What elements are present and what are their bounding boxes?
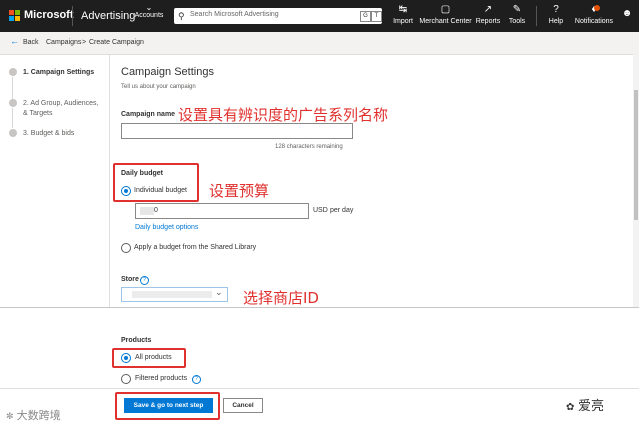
accounts-button[interactable]: ⌄ Accounts xyxy=(133,3,165,20)
step-ad-group[interactable]: 2. Ad Group, Audiences, & Targets xyxy=(23,99,101,119)
chevron-down-icon: ⌄ xyxy=(145,3,153,12)
chevron-down-icon: ⌄ xyxy=(215,287,223,297)
user-icon: ☻ xyxy=(621,8,633,19)
cancel-button[interactable]: Cancel xyxy=(223,398,263,413)
all-products-label: All products xyxy=(135,354,172,361)
search-input[interactable]: ⚲ Search Microsoft Advertising G T xyxy=(174,8,382,24)
tools-button[interactable]: ✎ Tools xyxy=(506,4,528,25)
step-budget-bids[interactable]: 3. Budget & bids xyxy=(23,129,74,139)
topbar-divider xyxy=(72,6,73,26)
top-bar: Microsoft Advertising ⌄ Accounts ⚲ Searc… xyxy=(0,0,639,32)
back-link[interactable]: Back xyxy=(23,39,39,46)
watermark-right-text: 爱亮 xyxy=(578,398,605,413)
wechat-icon: ✿ xyxy=(566,402,575,413)
currency-label: USD xyxy=(313,207,328,214)
all-products-radio[interactable] xyxy=(121,353,131,363)
step-indicator-1 xyxy=(9,68,17,76)
step-indicator-2 xyxy=(9,99,17,107)
shortcut-key-t: T xyxy=(371,11,382,22)
breadcrumb-current: Create Campaign xyxy=(89,39,144,46)
annotation-budget: 设置预算 xyxy=(209,182,270,200)
notification-badge xyxy=(594,5,600,11)
page-subtitle: Tell us about your campaign xyxy=(121,84,196,90)
step-indicator-3 xyxy=(9,129,17,137)
step-connector xyxy=(12,108,13,128)
annotation-name: 设置具有辨识度的广告系列名称 xyxy=(178,106,389,124)
shortcut-key-g: G xyxy=(360,11,371,22)
redacted-currency-symbol xyxy=(140,207,154,215)
microsoft-logo-icon xyxy=(9,10,21,22)
filtered-products-radio[interactable] xyxy=(121,374,131,384)
page-title: Campaign Settings xyxy=(121,66,214,78)
help-label: Help xyxy=(548,18,564,25)
budget-value: 0 xyxy=(154,207,158,214)
tools-icon: ✎ xyxy=(512,4,522,15)
scrollbar-thumb[interactable] xyxy=(634,90,638,220)
watermark-right: ✿ 爱亮 xyxy=(566,395,604,414)
shared-library-label: Apply a budget from the Shared Library xyxy=(134,244,257,251)
screenshot-divider xyxy=(0,307,639,308)
brand-name: Microsoft xyxy=(24,9,74,21)
help-icon: ? xyxy=(553,4,559,15)
chars-remaining: 128 characters remaining xyxy=(275,144,343,150)
product-name[interactable]: Advertising xyxy=(81,10,135,22)
daily-budget-options-link[interactable]: Daily budget options xyxy=(135,224,198,231)
help-button[interactable]: ? Help xyxy=(545,4,567,25)
highlight-daily-budget xyxy=(113,163,199,202)
filtered-products-label: Filtered products xyxy=(135,375,188,382)
notifications-label: Notifications xyxy=(574,18,614,25)
save-next-button[interactable]: Save & go to next step xyxy=(124,398,213,413)
import-label: Import xyxy=(393,18,413,25)
reports-label: Reports xyxy=(475,18,501,25)
search-icon: ⚲ xyxy=(178,11,185,21)
tools-label: Tools xyxy=(508,18,526,25)
breadcrumb: ← Back Campaigns > Create Campaign xyxy=(0,32,639,55)
accounts-label: Accounts xyxy=(134,12,164,19)
store-dropdown[interactable]: ⌄ xyxy=(121,287,228,302)
left-divider xyxy=(109,54,110,307)
daily-budget-label: Daily budget xyxy=(121,170,164,177)
watermark-left-text: 大数跨境 xyxy=(16,410,61,422)
budget-amount-input[interactable]: 0 xyxy=(135,203,309,219)
store-label: Store xyxy=(121,276,139,283)
individual-budget-label: Individual budget xyxy=(134,187,187,194)
reports-icon: ↗ xyxy=(483,4,493,15)
watermark-left: ✼ 大数跨境 xyxy=(6,407,61,423)
per-day-label: per day xyxy=(330,207,354,214)
merchant-center-button[interactable]: ▢ Merchant Center xyxy=(418,4,473,25)
merchant-center-label: Merchant Center xyxy=(419,18,472,25)
step-campaign-settings[interactable]: 1. Campaign Settings xyxy=(23,68,94,78)
footer-divider xyxy=(0,388,639,389)
campaign-name-label: Campaign name xyxy=(121,111,176,118)
search-placeholder: Search Microsoft Advertising xyxy=(190,11,279,18)
campaign-name-input[interactable] xyxy=(121,123,353,139)
back-arrow-icon[interactable]: ← xyxy=(10,36,19,46)
shared-library-radio[interactable] xyxy=(121,243,131,253)
redacted-store-id xyxy=(132,291,212,298)
reports-button[interactable]: ↗ Reports xyxy=(475,4,501,25)
user-avatar[interactable]: ☻ xyxy=(620,8,634,22)
merchant-center-icon: ▢ xyxy=(440,4,451,15)
import-icon: ↹ xyxy=(398,4,408,15)
individual-budget-radio[interactable] xyxy=(121,186,131,196)
help-circle-icon[interactable]: ? xyxy=(192,375,201,384)
topbar-divider xyxy=(536,6,537,26)
breadcrumb-separator: > xyxy=(82,39,87,46)
breadcrumb-campaigns[interactable]: Campaigns xyxy=(46,39,81,46)
step-connector xyxy=(12,77,13,99)
annotation-store: 选择商店ID xyxy=(243,289,319,307)
products-label: Products xyxy=(121,337,152,344)
import-button[interactable]: ↹ Import xyxy=(391,4,415,25)
watermark-logo-icon: ✼ xyxy=(6,411,14,421)
help-circle-icon[interactable]: ? xyxy=(140,276,149,285)
